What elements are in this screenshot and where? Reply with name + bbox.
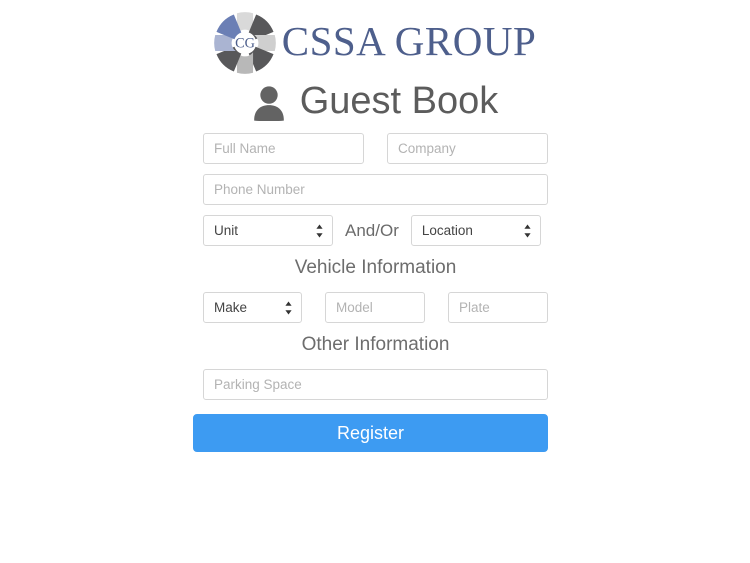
location-select-wrapper[interactable]: Location [410, 215, 541, 246]
location-select[interactable]: Location [410, 215, 541, 246]
phone-row [203, 174, 548, 205]
guest-registration-form: Unit And/Or Location Vehicle Informatio [193, 133, 548, 462]
other-section-heading: Other Information [301, 334, 450, 355]
and-or-label: And/Or [345, 221, 399, 240]
unit-select[interactable]: Unit [203, 215, 333, 246]
model-input[interactable] [325, 292, 425, 323]
submit-row: Register [193, 414, 548, 452]
logo-monogram: CG [235, 35, 255, 51]
user-icon [253, 86, 284, 121]
vehicle-row: Make [203, 292, 548, 323]
plate-input[interactable] [448, 292, 548, 323]
unit-select-wrapper[interactable]: Unit [203, 215, 333, 246]
phone-number-input[interactable] [203, 174, 548, 205]
cssa-wheel-logo-icon: CG [213, 12, 276, 74]
brand-header: CG CSSA GROUP [0, 12, 750, 74]
page-heading: Guest Book [0, 78, 750, 124]
register-button[interactable]: Register [193, 414, 548, 452]
make-select-wrapper[interactable]: Make [203, 292, 302, 323]
brand-name: CSSA GROUP [281, 17, 537, 64]
page-title: Guest Book [299, 80, 499, 122]
unit-location-row: Unit And/Or Location [203, 215, 548, 246]
vehicle-section-heading: Vehicle Information [294, 257, 457, 278]
full-name-input[interactable] [203, 133, 364, 164]
parking-space-row [203, 369, 548, 400]
company-input[interactable] [387, 133, 548, 164]
make-select[interactable]: Make [203, 292, 302, 323]
name-company-row [203, 133, 548, 164]
parking-space-input[interactable] [203, 369, 548, 400]
guest-book-page: CG CSSA GROUP Guest Book Unit [0, 0, 750, 563]
